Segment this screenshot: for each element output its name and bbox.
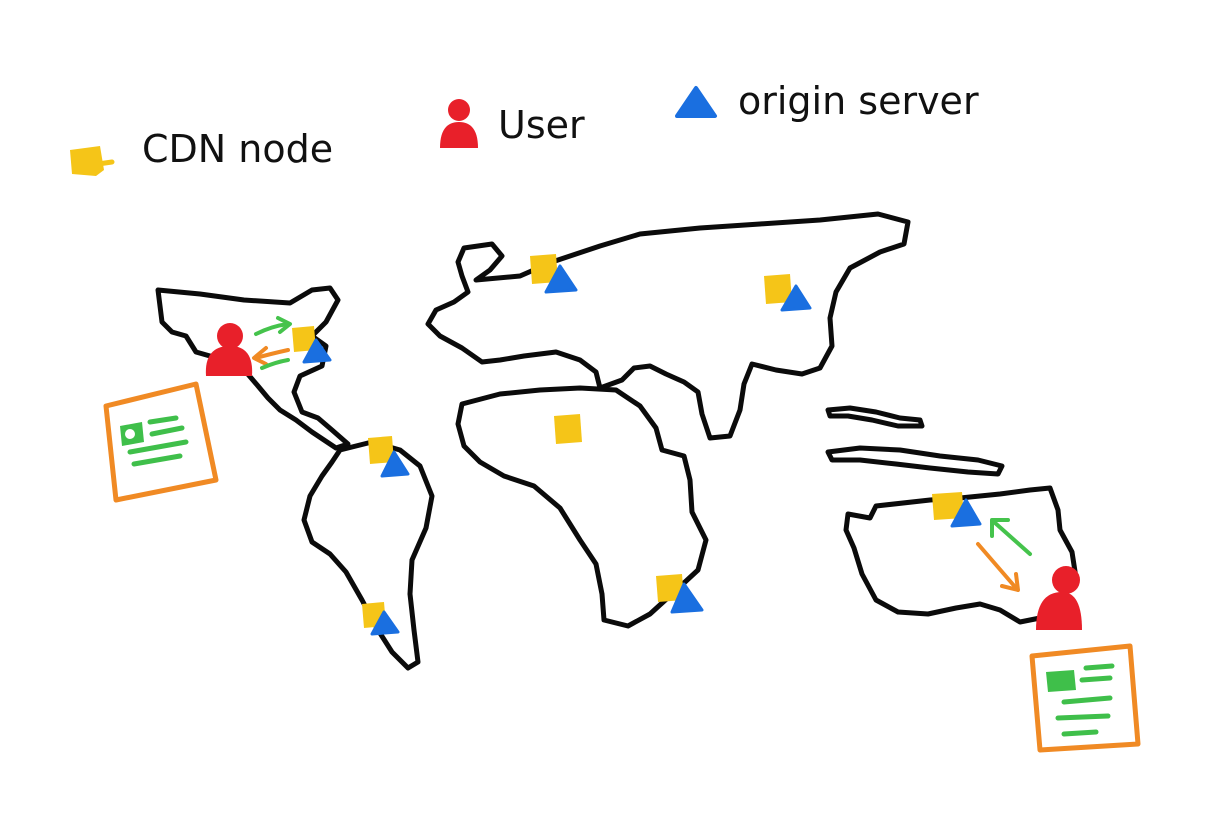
document-icon: [1029, 643, 1141, 753]
request-arrow-australia: [976, 542, 1020, 592]
cdn-world-map-diagram: CDN node User origin server: [70, 79, 1141, 753]
legend-user-icon: [440, 99, 478, 148]
legend-cdn-node-icon: [70, 146, 115, 176]
response-arrow-australia: [990, 518, 1032, 556]
legend-origin-server-icon: [675, 86, 717, 118]
continent-eurasia: [425, 211, 911, 441]
legend-user-label: User: [498, 103, 585, 147]
island-arc-2: [825, 445, 1005, 477]
legend-origin-server-label: origin server: [738, 79, 979, 123]
request-arrow-americas: [252, 346, 290, 370]
response-arrow-americas: [254, 316, 292, 336]
island-arc-1: [825, 405, 925, 429]
user-icon: [205, 323, 253, 376]
user-icon: [1036, 566, 1082, 630]
legend-cdn-node-label: CDN node: [142, 127, 333, 171]
world-map: [155, 211, 1079, 671]
legend: CDN node User origin server: [70, 79, 979, 176]
cdn-node-icon: [554, 414, 582, 444]
document-icon: [103, 381, 219, 503]
continent-south-america: [301, 439, 435, 671]
